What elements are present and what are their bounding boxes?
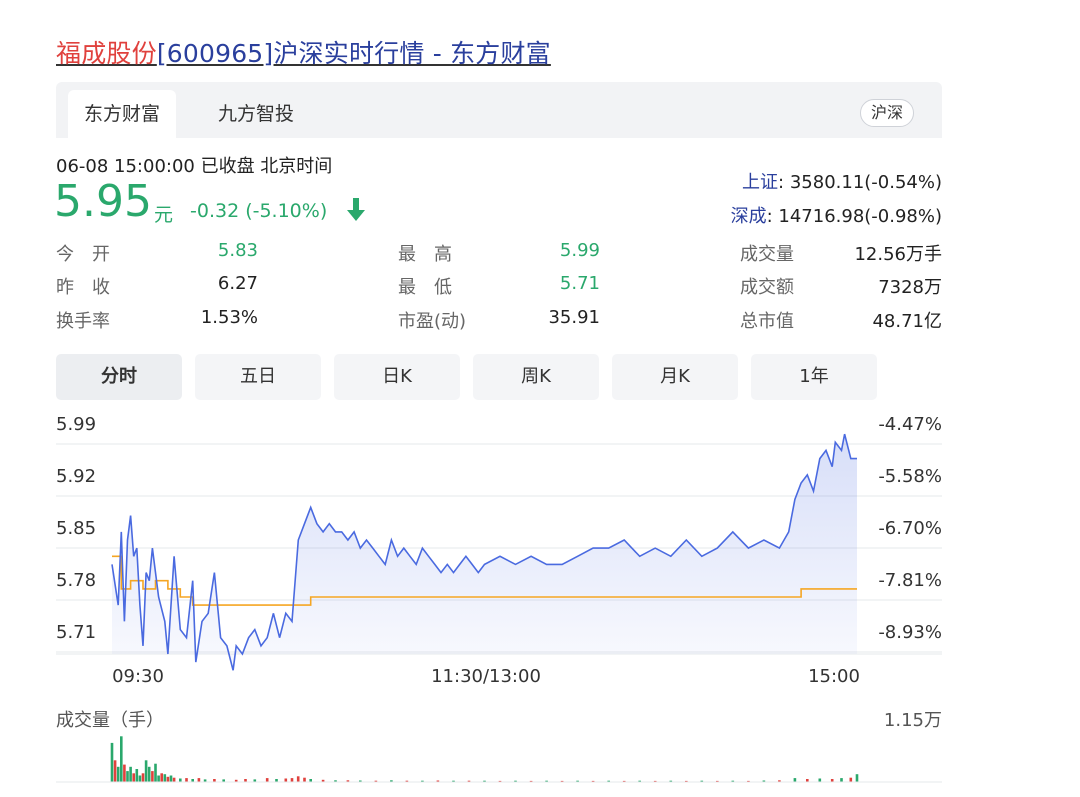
volume-title: 成交量（手） xyxy=(56,710,164,731)
volume-bar xyxy=(855,774,859,782)
volume-bar xyxy=(123,764,126,782)
y-tick-label: 5.92 xyxy=(56,466,97,487)
volume-bar xyxy=(166,776,170,782)
pct-tick-label: -6.70% xyxy=(878,518,942,539)
volume-bar xyxy=(296,776,300,782)
volume-bar xyxy=(135,769,139,782)
volume-bar xyxy=(179,778,182,782)
volume-bar xyxy=(185,778,188,782)
pct-tick-label: -7.81% xyxy=(878,570,942,591)
volume-bar xyxy=(284,778,288,782)
volume-bar xyxy=(793,778,797,782)
volume-bar xyxy=(129,766,132,782)
volume-bar xyxy=(132,773,135,782)
x-tick-label: 11:30/13:00 xyxy=(431,666,541,687)
volume-bar xyxy=(147,766,151,782)
volume-bar xyxy=(160,773,163,782)
volume-bar xyxy=(265,778,269,782)
volume-bar xyxy=(144,760,148,782)
volume-bar xyxy=(126,771,129,782)
pct-tick-label: -8.93% xyxy=(878,622,942,643)
volume-bar xyxy=(197,778,201,782)
volume-bar xyxy=(163,774,167,782)
volume-bar xyxy=(172,777,176,782)
volume-bar xyxy=(169,775,173,782)
volume-bar xyxy=(157,775,160,782)
y-tick-label: 5.71 xyxy=(56,622,97,643)
volume-bar xyxy=(120,736,123,782)
volume-bar xyxy=(849,777,853,782)
pct-tick-label: -4.47% xyxy=(878,414,942,435)
volume-bar xyxy=(840,778,843,782)
volume-bar xyxy=(151,771,154,782)
volume-bar xyxy=(116,766,120,782)
y-tick-label: 5.78 xyxy=(56,570,97,591)
volume-bar xyxy=(303,777,306,782)
volume-bar xyxy=(138,775,142,782)
volume-max-label: 1.15万 xyxy=(883,710,942,731)
x-tick-label: 09:30 xyxy=(112,666,164,687)
volume-bar xyxy=(818,778,822,782)
price-area xyxy=(112,434,857,671)
y-tick-label: 5.85 xyxy=(56,518,97,539)
volume-bar xyxy=(113,760,117,782)
x-tick-label: 15:00 xyxy=(808,666,860,687)
y-tick-label: 5.99 xyxy=(56,414,97,435)
volume-bar xyxy=(290,778,294,782)
volume-bar xyxy=(141,773,145,782)
volume-bar xyxy=(154,763,157,782)
pct-tick-label: -5.58% xyxy=(878,466,942,487)
volume-bar xyxy=(110,742,114,782)
